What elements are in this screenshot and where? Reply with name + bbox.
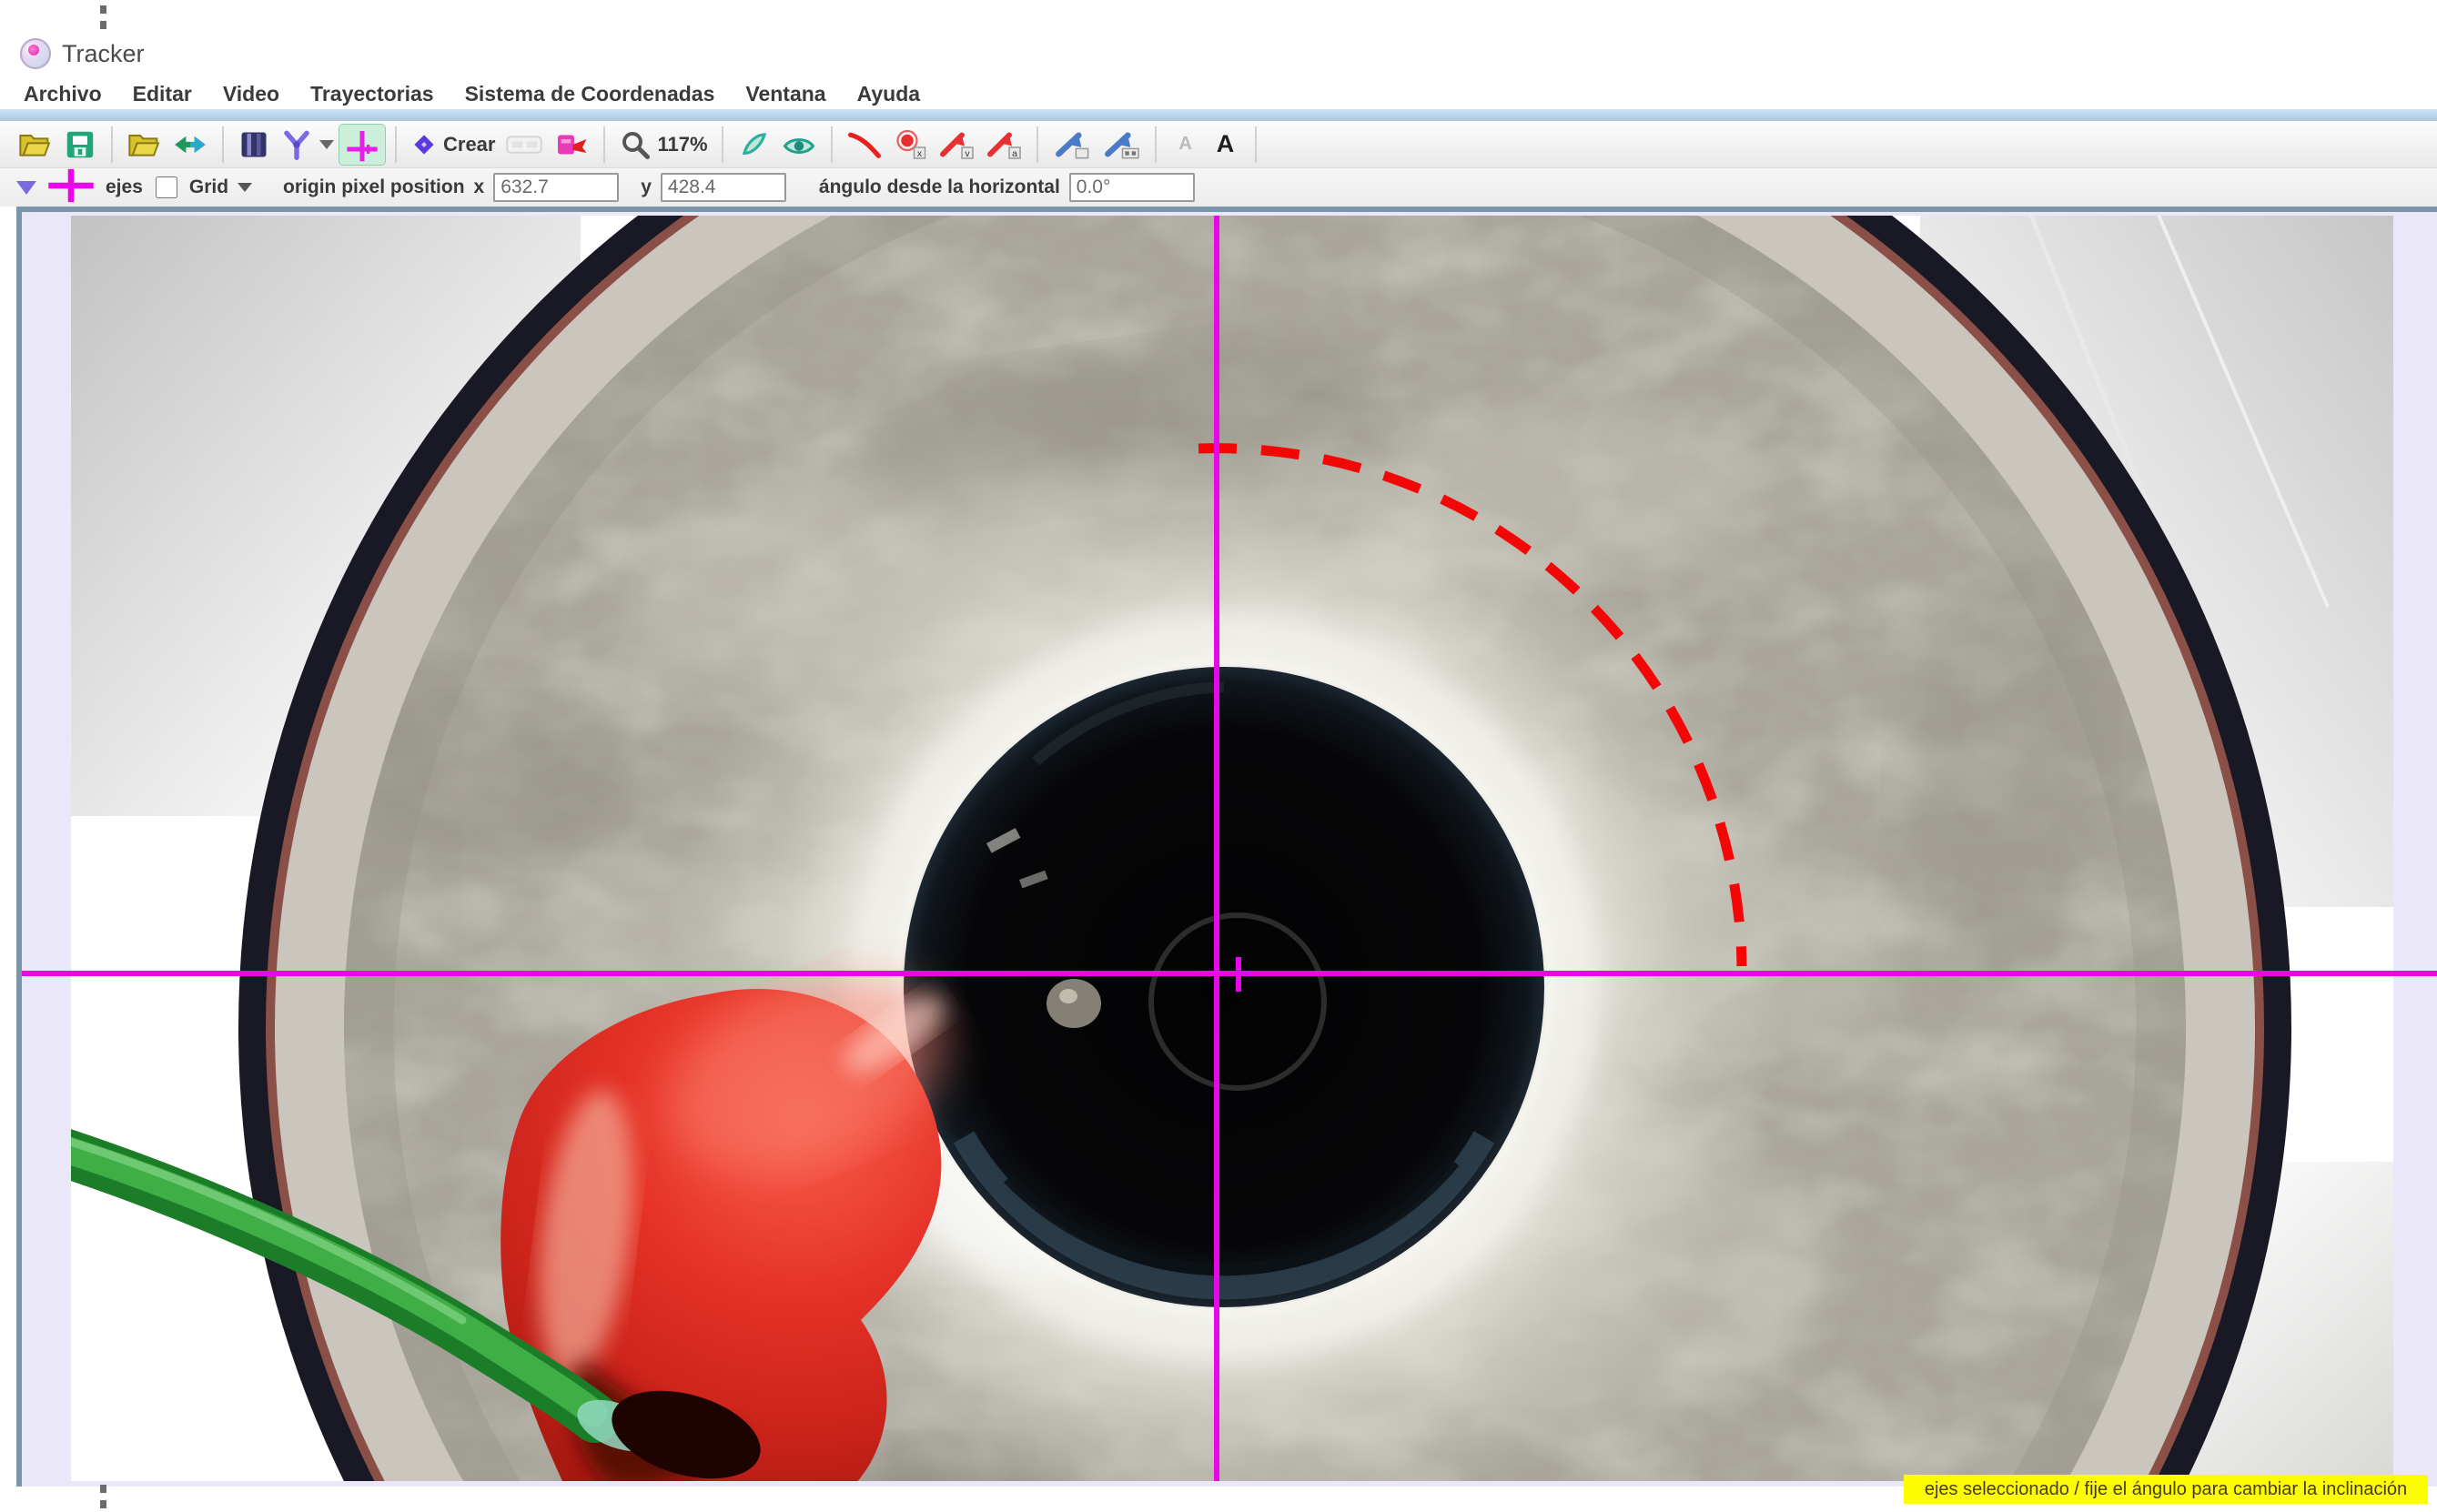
zoom-level-label: 117% bbox=[657, 133, 707, 156]
axes-icon bbox=[344, 126, 380, 163]
bottom-grip-dots bbox=[100, 1485, 106, 1508]
toolbar-top-strip bbox=[0, 109, 2437, 121]
axes-cross-icon[interactable] bbox=[46, 167, 96, 208]
angle-label: ángulo desde la horizontal bbox=[819, 176, 1060, 198]
track-control-icon bbox=[279, 127, 314, 162]
angle-field[interactable] bbox=[1069, 173, 1195, 202]
menu-bar: Archivo Editar Video Trayectorias Sistem… bbox=[0, 78, 2437, 109]
tracker-app-icon bbox=[20, 38, 51, 69]
vector-sums-button[interactable] bbox=[1097, 124, 1146, 166]
axes-toolbar: ejes Grid origin pixel position x y ángu… bbox=[0, 168, 2437, 207]
positions-button[interactable]: x bbox=[887, 124, 933, 166]
create-track-button[interactable]: Crear bbox=[406, 124, 500, 166]
track-dropdown-icon[interactable] bbox=[16, 181, 36, 195]
toolbar-separator bbox=[603, 126, 605, 163]
vector-sums-icon bbox=[1101, 128, 1141, 161]
axes-track-label[interactable]: ejes bbox=[106, 176, 143, 198]
menu-archivo[interactable]: Archivo bbox=[24, 82, 102, 106]
y-label: y bbox=[641, 176, 652, 198]
calibration-icon bbox=[553, 128, 590, 161]
save-button[interactable] bbox=[58, 124, 102, 166]
font-increase-button[interactable]: A bbox=[1206, 124, 1246, 166]
svg-text:x: x bbox=[916, 147, 922, 158]
positions-icon: x bbox=[892, 128, 928, 161]
origin-position-label: origin pixel position bbox=[283, 176, 465, 198]
velocities-icon: v bbox=[937, 128, 976, 161]
main-toolbar: Crear 117% x v a bbox=[0, 121, 2437, 168]
calibration-button[interactable] bbox=[549, 124, 594, 166]
x-label: x bbox=[474, 176, 485, 198]
swap-view-button[interactable] bbox=[167, 124, 213, 166]
font-increase-icon: A bbox=[1217, 130, 1235, 158]
grid-label[interactable]: Grid bbox=[189, 176, 228, 198]
create-button-label: Crear bbox=[443, 133, 495, 156]
drawings-button[interactable] bbox=[733, 124, 776, 166]
open-tab-icon bbox=[126, 129, 163, 160]
video-viewer bbox=[16, 207, 2437, 1487]
clip-settings-button[interactable] bbox=[233, 124, 275, 166]
velocities-button[interactable]: v bbox=[933, 124, 980, 166]
vectors-button[interactable] bbox=[1047, 124, 1097, 166]
tracker-window: Tracker Archivo Editar Video Trayectoria… bbox=[0, 0, 2437, 1512]
top-grip-dots bbox=[100, 5, 106, 29]
accelerations-button[interactable]: a bbox=[980, 124, 1027, 166]
toolbar-separator bbox=[395, 126, 397, 163]
origin-y-field[interactable] bbox=[661, 173, 786, 202]
drawings-icon bbox=[737, 127, 772, 162]
toolbar-separator bbox=[1255, 126, 1257, 163]
window-title: Tracker bbox=[62, 40, 145, 68]
axes-button[interactable] bbox=[339, 124, 386, 166]
open-file-icon bbox=[17, 129, 54, 160]
magnifier-icon bbox=[619, 128, 652, 161]
clip-settings-icon bbox=[238, 128, 270, 161]
toolbar-separator bbox=[111, 126, 113, 163]
track-control-button[interactable] bbox=[275, 124, 339, 166]
swap-icon bbox=[172, 131, 208, 158]
toolbar-separator bbox=[722, 126, 723, 163]
x-axis-line[interactable] bbox=[22, 971, 2437, 976]
trails-icon bbox=[846, 129, 883, 160]
eye-icon bbox=[781, 127, 817, 162]
menu-ventana[interactable]: Ventana bbox=[745, 82, 825, 106]
grid-dropdown-icon[interactable] bbox=[238, 183, 252, 192]
vectors-icon bbox=[1052, 128, 1092, 161]
axis-angle-tick[interactable] bbox=[1236, 957, 1241, 992]
menu-sistema-de-coordenadas[interactable]: Sistema de Coordenadas bbox=[465, 82, 715, 106]
font-decrease-icon: A bbox=[1178, 134, 1191, 155]
step-size-button[interactable] bbox=[500, 124, 549, 166]
menu-editar[interactable]: Editar bbox=[133, 82, 192, 106]
title-bar: Tracker bbox=[20, 36, 145, 71]
track-control-dropdown-icon bbox=[319, 140, 334, 149]
accelerations-icon: a bbox=[985, 128, 1023, 161]
y-axis-line[interactable] bbox=[1214, 216, 1219, 1481]
create-track-icon bbox=[410, 131, 438, 158]
toolbar-separator bbox=[1155, 126, 1157, 163]
toolbar-separator bbox=[222, 126, 224, 163]
svg-text:a: a bbox=[1012, 147, 1017, 158]
save-icon bbox=[63, 127, 97, 162]
open-file-button[interactable] bbox=[13, 124, 58, 166]
trails-button[interactable] bbox=[842, 124, 887, 166]
zoom-button[interactable]: 117% bbox=[614, 124, 712, 166]
menu-trayectorias[interactable]: Trayectorias bbox=[310, 82, 434, 106]
visibility-button[interactable] bbox=[776, 124, 822, 166]
menu-video[interactable]: Video bbox=[223, 82, 279, 106]
open-tab-button[interactable] bbox=[122, 124, 167, 166]
font-decrease-button[interactable]: A bbox=[1166, 124, 1206, 166]
origin-x-field[interactable] bbox=[493, 173, 619, 202]
toolbar-separator bbox=[1036, 126, 1038, 163]
menu-ayuda[interactable]: Ayuda bbox=[857, 82, 920, 106]
toolbar-separator bbox=[831, 126, 833, 163]
step-size-icon bbox=[504, 133, 544, 156]
grid-checkbox[interactable] bbox=[156, 176, 177, 198]
svg-text:v: v bbox=[965, 147, 970, 158]
video-frame[interactable] bbox=[71, 216, 2393, 1481]
status-hint: ejes seleccionado / fije el ángulo para … bbox=[1904, 1475, 2428, 1504]
container-hole bbox=[904, 667, 1544, 1307]
